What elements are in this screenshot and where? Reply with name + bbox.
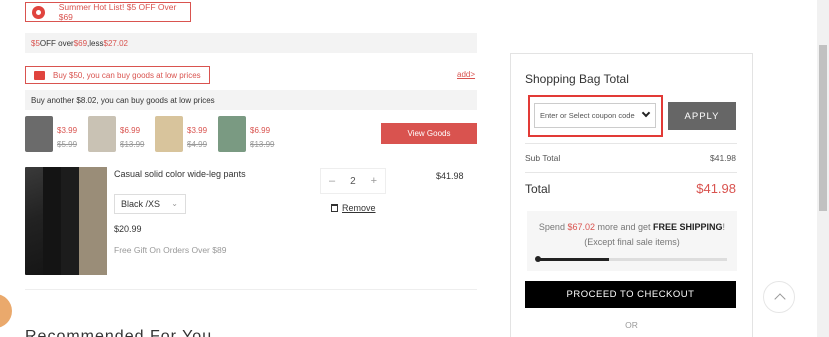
addon-price: $6.99 <box>250 126 271 135</box>
divider <box>525 143 737 144</box>
discount-amount: $5 <box>31 38 40 48</box>
buy50-banner: Buy $50, you can buy goods at low prices <box>25 66 210 84</box>
ship-amount: $67.02 <box>567 222 595 232</box>
target-icon <box>32 5 45 19</box>
discount-threshold: $69 <box>73 38 88 48</box>
apply-button[interactable]: APPLY <box>668 102 736 130</box>
addon-old-price: $13.99 <box>250 140 275 149</box>
addon-thumbnail <box>218 116 246 152</box>
cart-icon <box>34 70 45 80</box>
quantity-value[interactable]: 2 <box>350 176 356 187</box>
addon-thumbnail <box>25 116 53 152</box>
discount-text: OFF over <box>39 38 74 48</box>
subtotal-value: $41.98 <box>710 153 736 163</box>
chevron-down-icon <box>641 108 651 118</box>
add-link[interactable]: add> <box>457 70 475 79</box>
summary-title: Shopping Bag Total <box>525 72 629 86</box>
coupon-highlight: Enter or Select coupon code <box>528 95 663 137</box>
discount-bar: $5 OFF over $69 ,less $27.02 <box>25 33 477 53</box>
coupon-select[interactable]: Enter or Select coupon code <box>534 103 656 128</box>
remove-button[interactable]: Remove <box>331 203 376 213</box>
scroll-to-top-button[interactable] <box>763 281 795 313</box>
addon-price: $3.99 <box>57 126 78 135</box>
divider <box>525 172 737 173</box>
addon-item[interactable]: $6.99 $13.99 <box>218 116 274 152</box>
shipping-progress-bar <box>535 256 727 262</box>
subtotal-label: Sub Total <box>525 153 561 163</box>
line-total: $41.98 <box>436 171 464 181</box>
buy-another-bar: Buy another $8.02, you can buy goods at … <box>25 90 477 110</box>
coupon-placeholder: Enter or Select coupon code <box>540 111 635 120</box>
variant-value: Black /XS <box>121 199 161 209</box>
hot-list-text: Summer Hot List! $5 OFF Over $69 <box>58 2 177 22</box>
variant-select[interactable]: Black /XS ⌄ <box>114 194 186 214</box>
addon-thumbnail <box>155 116 183 152</box>
recommended-title: Recommended For You <box>25 328 213 337</box>
chevron-down-icon: ⌄ <box>171 199 178 208</box>
ship-spend: Spend <box>538 222 568 232</box>
ship-mid: more and get <box>594 222 654 232</box>
trash-icon <box>331 204 338 212</box>
increase-button[interactable]: + <box>371 175 377 187</box>
addon-item[interactable]: $3.99 $5.99 <box>25 116 77 152</box>
addon-old-price: $5.99 <box>57 140 78 149</box>
addon-old-price: $13.99 <box>120 140 145 149</box>
chat-avatar[interactable] <box>0 294 12 328</box>
product-name[interactable]: Casual solid color wide-leg pants <box>114 169 246 179</box>
view-goods-button[interactable]: View Goods <box>381 123 477 144</box>
addon-item[interactable]: $6.99 $13.99 <box>88 116 144 152</box>
product-price: $20.99 <box>114 224 142 234</box>
discount-remaining: $27.02 <box>103 38 128 48</box>
free-gift-note: Free Gift On Orders Over $89 <box>114 245 227 255</box>
free-shipping-text: Spend $67.02 more and get FREE SHIPPING!… <box>535 220 729 250</box>
quantity-stepper: – 2 + <box>320 168 386 194</box>
total-label: Total <box>525 182 551 196</box>
order-summary: Shopping Bag Total Enter or Select coupo… <box>510 53 753 337</box>
progress-dot <box>535 256 541 262</box>
divider <box>25 289 477 290</box>
addon-price: $6.99 <box>120 126 141 135</box>
buy50-text: Buy $50, you can buy goods at low prices <box>53 70 201 80</box>
remove-label: Remove <box>342 203 376 213</box>
product-image[interactable] <box>25 167 107 275</box>
discount-less-text: ,less <box>87 38 104 48</box>
or-separator: OR <box>625 320 638 330</box>
scrollbar-thumb[interactable] <box>819 45 827 211</box>
addon-thumbnail <box>88 116 116 152</box>
total-value: $41.98 <box>696 181 736 196</box>
addon-item[interactable]: $3.99 $4.99 <box>155 116 207 152</box>
buy-another-text: Buy another $8.02, you can buy goods at … <box>31 95 215 105</box>
free-shipping-box: Spend $67.02 more and get FREE SHIPPING!… <box>527 211 737 271</box>
ship-free: FREE SHIPPING <box>653 222 723 232</box>
addon-price: $3.99 <box>187 126 208 135</box>
decrease-button[interactable]: – <box>329 175 335 187</box>
shipping-progress-fill <box>537 258 610 261</box>
hot-list-banner: Summer Hot List! $5 OFF Over $69 <box>25 2 191 22</box>
addon-old-price: $4.99 <box>187 140 208 149</box>
checkout-button[interactable]: PROCEED TO CHECKOUT <box>525 281 736 308</box>
